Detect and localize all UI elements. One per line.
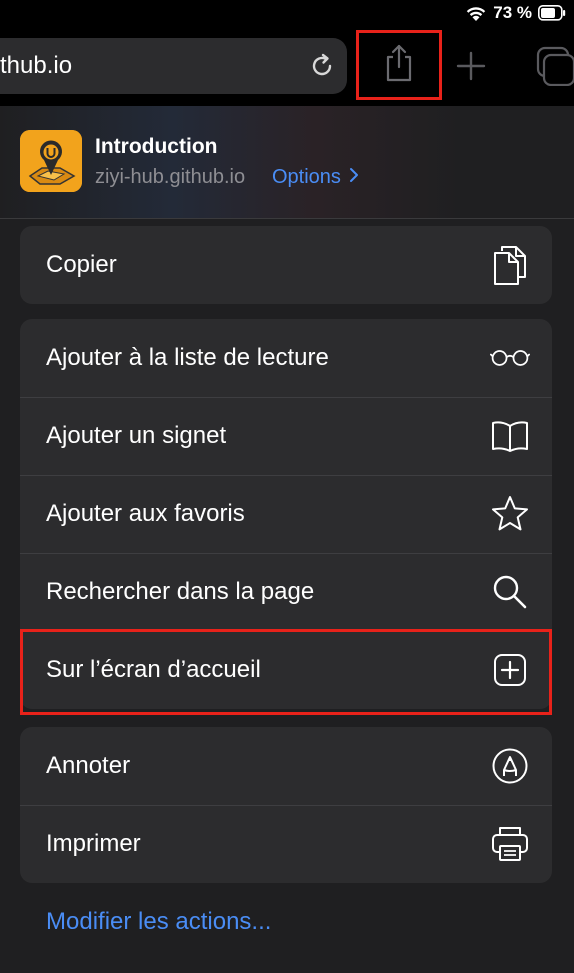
chevron-right-icon bbox=[349, 166, 359, 189]
action-add-favorites[interactable]: Ajouter aux favoris bbox=[20, 475, 552, 553]
action-group-copy: Copier bbox=[20, 226, 552, 304]
action-reading-list[interactable]: Ajouter à la liste de lecture bbox=[20, 319, 552, 397]
battery-percentage: 73 % bbox=[493, 3, 532, 22]
address-bar[interactable]: thub.io bbox=[0, 38, 347, 94]
site-icon bbox=[20, 130, 82, 192]
share-sheet-header: Introduction ziyi-hub.github.io Options bbox=[0, 106, 574, 219]
copy-icon bbox=[490, 245, 530, 285]
browser-toolbar: thub.io bbox=[0, 28, 574, 108]
safari-share-screen: 73 % thub.io Introduction ziyi-hub.githu… bbox=[0, 0, 574, 973]
action-label: Copier bbox=[46, 251, 117, 278]
action-label: Annoter bbox=[46, 752, 131, 779]
action-markup[interactable]: Annoter bbox=[20, 727, 552, 805]
edit-actions-link[interactable]: Modifier les actions... bbox=[46, 908, 271, 936]
share-button[interactable] bbox=[356, 30, 442, 100]
site-url: ziyi-hub.github.io bbox=[95, 166, 246, 188]
glasses-icon bbox=[490, 338, 530, 378]
action-label: Imprimer bbox=[46, 830, 141, 857]
site-title: Introduction bbox=[95, 135, 218, 158]
markup-icon bbox=[490, 746, 530, 786]
action-label: Ajouter aux favoris bbox=[46, 500, 245, 527]
book-icon bbox=[490, 416, 530, 456]
action-label: Ajouter un signet bbox=[46, 422, 227, 449]
action-add-to-home-screen[interactable]: Sur l’écran d’accueil bbox=[20, 631, 552, 709]
action-label: Sur l’écran d’accueil bbox=[46, 656, 261, 683]
plus-icon[interactable] bbox=[455, 50, 487, 87]
action-copy[interactable]: Copier bbox=[20, 226, 552, 304]
status-bar: 73 % bbox=[0, 0, 574, 28]
battery-icon bbox=[538, 5, 566, 21]
action-print[interactable]: Imprimer bbox=[20, 805, 552, 883]
star-icon bbox=[490, 494, 530, 534]
add-square-icon bbox=[490, 650, 530, 690]
action-find-on-page[interactable]: Rechercher dans la page bbox=[20, 553, 552, 631]
address-text: thub.io bbox=[0, 52, 73, 79]
tabs-icon[interactable] bbox=[534, 46, 574, 91]
wifi-icon bbox=[465, 5, 487, 22]
reload-icon[interactable] bbox=[307, 51, 337, 86]
share-icon bbox=[382, 43, 416, 88]
search-icon bbox=[490, 572, 530, 612]
action-label: Ajouter à la liste de lecture bbox=[46, 344, 329, 371]
options-link[interactable]: Options bbox=[272, 166, 359, 189]
action-add-bookmark[interactable]: Ajouter un signet bbox=[20, 397, 552, 475]
options-label: Options bbox=[272, 166, 341, 188]
printer-icon bbox=[490, 824, 530, 864]
status-indicators: 73 % bbox=[465, 3, 566, 23]
action-label: Rechercher dans la page bbox=[46, 578, 315, 605]
action-group-main: Ajouter à la liste de lecture Ajouter un… bbox=[20, 319, 552, 709]
action-group-secondary: Annoter Imprimer bbox=[20, 727, 552, 883]
